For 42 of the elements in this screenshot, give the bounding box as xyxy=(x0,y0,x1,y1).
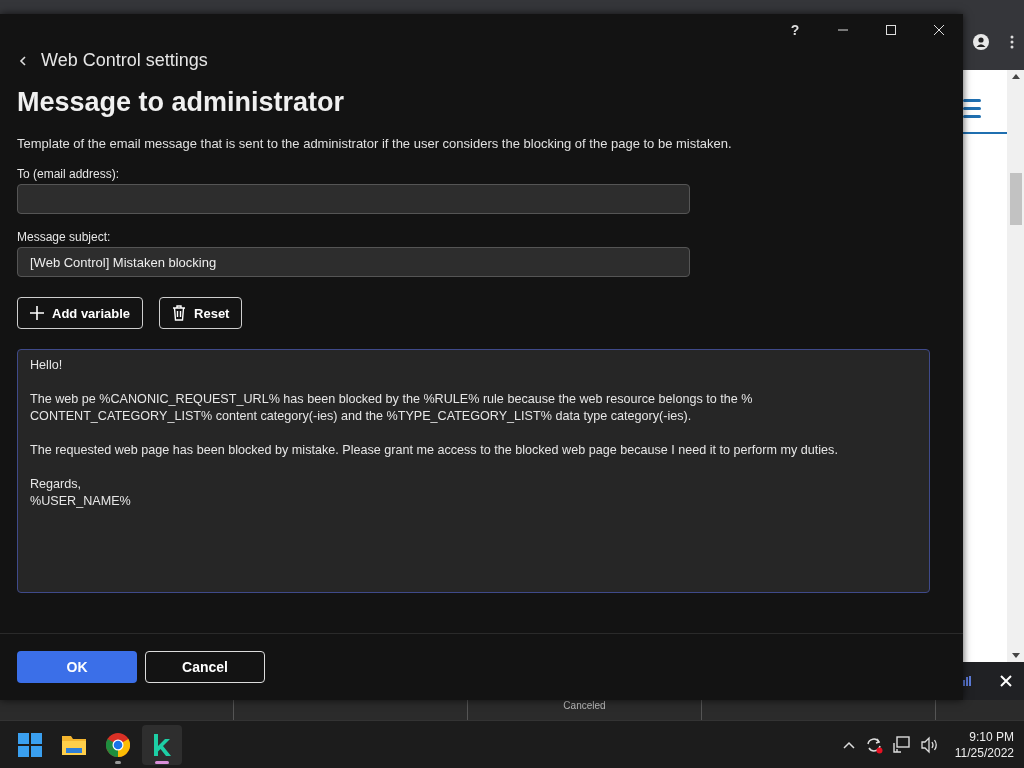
chrome-icon xyxy=(106,733,130,757)
network-icon[interactable] xyxy=(892,736,911,754)
page-title: Message to administrator xyxy=(17,87,346,118)
input-field[interactable]: [Web Control] Mistaken blocking xyxy=(17,247,690,277)
message-line: The web pe %CANONIC_REQUEST_URL% has been blocked by the %RULE% rule because the web resource belongs to the % xyxy=(30,391,753,408)
field-label: Message subject: xyxy=(17,230,111,244)
message-line: %USER_NAME% xyxy=(30,493,131,510)
ok-button[interactable]: OK xyxy=(17,651,137,683)
profile-icon[interactable] xyxy=(973,34,990,50)
windows-start-icon xyxy=(18,733,42,757)
more-icon[interactable] xyxy=(1009,35,1014,49)
chevron-up-icon[interactable] xyxy=(842,740,855,750)
input-field[interactable] xyxy=(17,184,690,214)
folder-icon xyxy=(62,733,86,757)
taskbar-app[interactable] xyxy=(142,725,182,765)
message-text-area[interactable] xyxy=(17,349,930,593)
maximize-icon xyxy=(886,25,896,35)
sync-icon[interactable] xyxy=(864,736,883,754)
message-line: Regards, xyxy=(30,476,82,493)
menu-icon[interactable] xyxy=(963,98,981,120)
field-label: To (email address): xyxy=(17,167,120,181)
add-variable-button[interactable]: Add variable xyxy=(17,297,144,329)
help-button[interactable]: ? xyxy=(771,14,819,46)
back-link[interactable]: Web Control settings xyxy=(17,46,210,75)
scrollbar[interactable] xyxy=(1007,70,1024,662)
message-line: The requested web page has been blocked by mistake. Please grant me access to the blocked web page because I need it to perform my duties. xyxy=(30,442,838,459)
trash-icon xyxy=(172,305,187,321)
cancel-button[interactable]: Cancel xyxy=(145,651,265,683)
message-line: CONTENT_CATEGORY_LIST% content category(-ies) and the %TYPE_CATEGORY_LIST% data type category(-ies). xyxy=(30,408,692,425)
close-icon[interactable] xyxy=(1000,675,1012,687)
signal-icon xyxy=(963,676,971,686)
reset-button[interactable]: Reset xyxy=(159,297,243,329)
description-text: Template of the email message that is sent to the administrator if the user considers the blocking of the page to be mistaken. xyxy=(17,136,733,151)
volume-icon[interactable] xyxy=(920,736,939,754)
scroll-down-icon[interactable] xyxy=(1011,653,1020,658)
close-icon xyxy=(934,25,944,35)
message-line: Hello! xyxy=(30,357,63,374)
scroll-up-icon[interactable] xyxy=(1011,74,1020,79)
clock[interactable]: 9:10 PM 11/25/2022 xyxy=(954,729,1014,761)
plus-icon xyxy=(30,306,44,320)
scroll-thumb[interactable] xyxy=(1009,173,1022,225)
back-icon xyxy=(19,55,27,66)
